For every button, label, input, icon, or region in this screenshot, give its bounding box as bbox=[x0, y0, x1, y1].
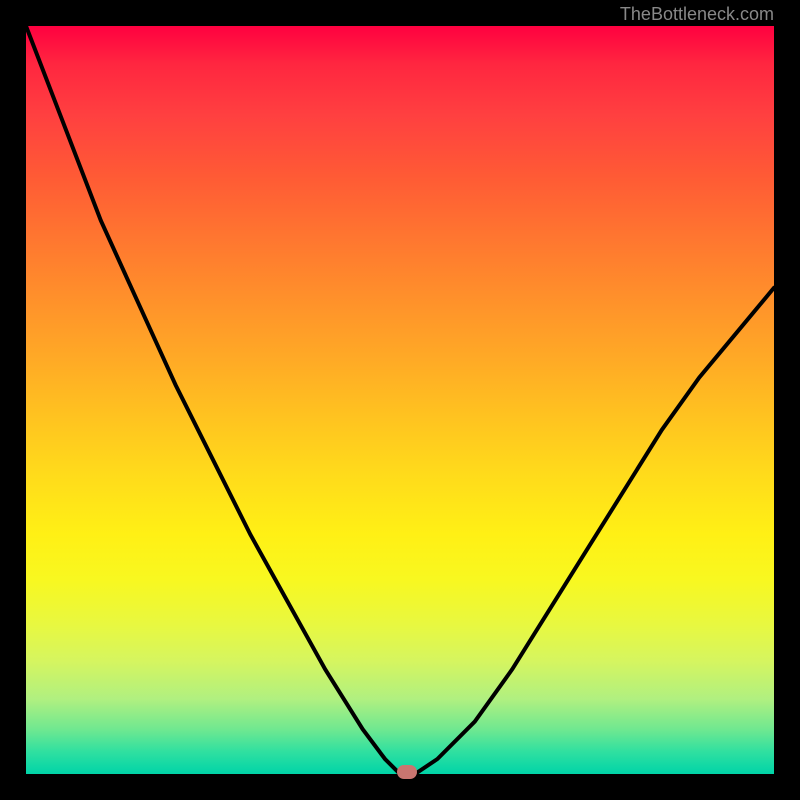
chart-plot-area bbox=[26, 26, 774, 774]
bottleneck-curve-line bbox=[26, 26, 774, 774]
optimal-point-marker bbox=[397, 765, 417, 779]
watermark-text: TheBottleneck.com bbox=[620, 4, 774, 25]
